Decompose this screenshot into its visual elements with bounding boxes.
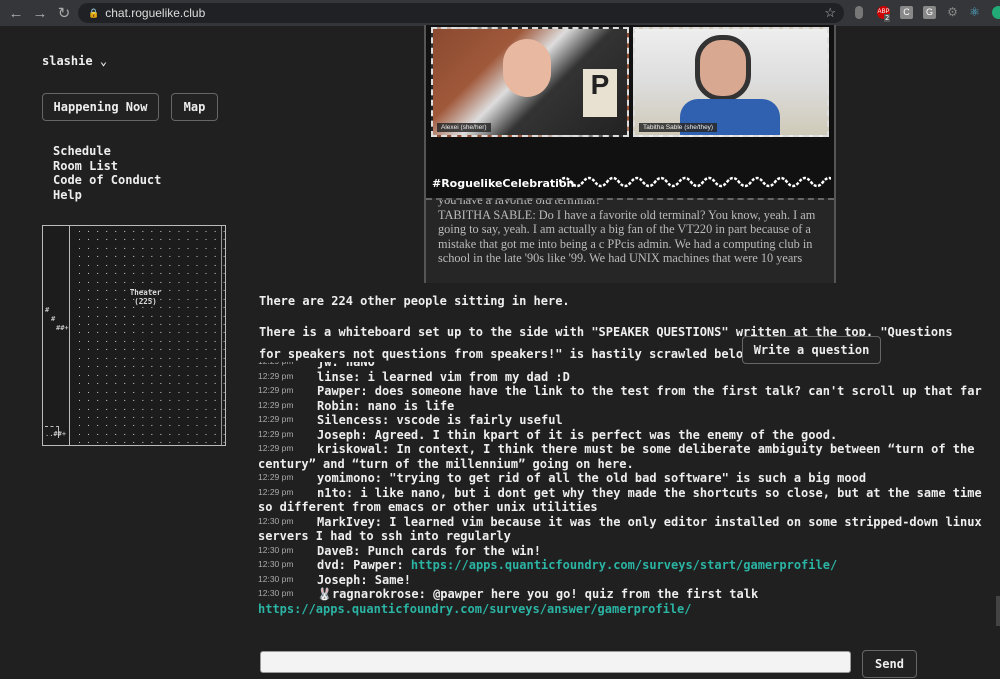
- chat-message: 12:29 pm n1to: i like nano, but i dont ge…: [258, 486, 988, 515]
- extension-green-icon[interactable]: [992, 6, 1000, 19]
- occupancy-text: There are 224 other people sitting in he…: [259, 294, 570, 308]
- message-text: MarkIvey: I learned vim because it was t…: [258, 514, 982, 544]
- chat-message: 12:29 pm Joseph: Agreed. I thin kpart of …: [258, 428, 988, 443]
- browser-toolbar: ← → ↻ 🔒 chat.roguelike.club ☆ ABP 2 C G …: [0, 0, 1000, 26]
- message-timestamp: 12:30 pm: [258, 588, 294, 598]
- extension-icon[interactable]: [855, 6, 863, 19]
- participant-video: [503, 39, 551, 97]
- url-text: chat.roguelike.club: [105, 6, 206, 20]
- message-text: Joseph: Agreed. I thin kpart of it is pe…: [317, 427, 838, 442]
- transcript-line: TABITHA SABLE: Do I have a favorite old …: [438, 207, 816, 266]
- link-code-of-conduct[interactable]: Code of Conduct: [53, 173, 161, 188]
- message-timestamp: 12:30 pm: [258, 559, 294, 569]
- message-timestamp: 12:29 pm: [258, 385, 294, 395]
- forward-icon[interactable]: →: [28, 5, 52, 22]
- user-menu[interactable]: slashie ⌄: [42, 54, 107, 68]
- vine-decoration: [559, 176, 831, 188]
- participant-name: Alexei (she/her): [437, 123, 491, 132]
- message-text: jw: naNO: [317, 362, 375, 369]
- link-schedule[interactable]: Schedule: [53, 144, 161, 159]
- chevron-down-icon: ⌄: [99, 54, 108, 68]
- map-path: ..##+: [45, 430, 67, 438]
- react-devtools-icon[interactable]: ⚛: [968, 6, 981, 19]
- chat-message: 12:29 pm Robin: nano is life: [258, 399, 988, 414]
- map-path: #: [51, 315, 56, 323]
- message-timestamp: 12:30 pm: [258, 573, 294, 584]
- live-transcript[interactable]: you have a favorite old terminal? TABITH…: [426, 198, 834, 283]
- sidebar-links: Schedule Room List Code of Conduct Help: [53, 144, 161, 203]
- message-timestamp: 12:29 pm: [258, 472, 294, 482]
- extension-c-icon[interactable]: C: [900, 6, 913, 19]
- back-icon[interactable]: ←: [4, 5, 28, 22]
- message-text: Silencess: vscode is fairly useful: [317, 413, 563, 427]
- chat-message: 12:29 pm Silencess: vscode is fairly usef…: [258, 413, 988, 428]
- message-text: dvd: Pawper:: [317, 558, 411, 572]
- happening-now-button[interactable]: Happening Now: [42, 93, 159, 121]
- message-timestamp: 12:29 pm: [258, 486, 294, 497]
- chat-message: 12:29 pm kriskowal: In context, I think t…: [258, 442, 988, 471]
- map-room-name: Theater: [129, 288, 162, 297]
- chat-message: 12:30 pm 🐰ragnarokrose: @pawper here you …: [258, 587, 988, 616]
- message-link[interactable]: https://apps.quanticfoundry.com/surveys/…: [258, 602, 691, 616]
- map-room-count: (225): [134, 297, 157, 306]
- video-tile: Tabitha Sable (she/they): [633, 27, 829, 137]
- chat-message: 12:29 pm Pawper: does someone have the li…: [258, 384, 988, 399]
- adblock-badge: 2: [884, 14, 891, 22]
- message-timestamp: 12:30 pm: [258, 515, 294, 526]
- chat-message: 12:29 pm yomimono: "trying to get rid of …: [258, 471, 988, 486]
- link-help[interactable]: Help: [53, 188, 161, 203]
- scrollbar[interactable]: [996, 596, 1000, 626]
- chat-message: 12:29 pm linse: i learned vim from my dad…: [258, 370, 988, 385]
- map-wall: [69, 226, 70, 445]
- send-button[interactable]: Send: [862, 650, 917, 678]
- sign-p: P: [583, 69, 617, 117]
- message-text: yomimono: "trying to get rid of all the …: [317, 471, 867, 485]
- transcript-line: you have a favorite old terminal?: [438, 198, 601, 207]
- write-question-button[interactable]: Write a question: [742, 336, 881, 364]
- message-text: linse: i learned vim from my dad :D: [317, 369, 570, 384]
- message-text: n1to: i like nano, but i dont get why th…: [258, 485, 982, 515]
- chat-message: 12:30 pm Joseph: Same!: [258, 573, 988, 588]
- message-text: Robin: nano is life: [317, 398, 455, 413]
- extension-g-icon[interactable]: G: [923, 6, 936, 19]
- map-floor: . . . . . . . . . . . . . . . . . . . . …: [77, 226, 226, 446]
- username: slashie: [42, 54, 93, 68]
- message-timestamp: 12:29 pm: [258, 362, 317, 367]
- link-room-list[interactable]: Room List: [53, 159, 161, 174]
- lock-icon: 🔒: [88, 7, 100, 18]
- chat-message: 12:30 pm dvd: Pawper: https://apps.quanti…: [258, 558, 988, 573]
- participant-video: [695, 35, 751, 101]
- video-tile: P Alexei (she/her): [431, 27, 629, 137]
- chat-message: 12:29 pmjw: naNO: [258, 362, 988, 370]
- address-bar[interactable]: 🔒 chat.roguelike.club ☆: [78, 3, 844, 23]
- stream-panel: P Alexei (she/her) Tabitha Sable (she/th…: [424, 25, 836, 283]
- message-timestamp: 12:30 pm: [258, 544, 294, 555]
- map-path: ##+: [56, 324, 69, 332]
- participant-name: Tabitha Sable (she/they): [639, 123, 718, 132]
- chat-message: 12:30 pm MarkIvey: I learned vim because …: [258, 515, 988, 544]
- message-text: DaveB: Punch cards for the win!: [317, 543, 541, 558]
- message-timestamp: 12:29 pm: [258, 414, 294, 424]
- message-timestamp: 12:29 pm: [258, 399, 294, 410]
- message-link[interactable]: https://apps.quanticfoundry.com/surveys/…: [411, 558, 837, 572]
- gear-icon[interactable]: ⚙: [946, 6, 959, 19]
- chat-input[interactable]: [260, 651, 851, 673]
- message-text: kriskowal: In context, I think there mus…: [258, 442, 975, 471]
- map-path: #: [45, 306, 50, 314]
- message-timestamp: 12:29 pm: [258, 428, 294, 439]
- message-text: 🐰ragnarokrose: @pawper here you go! quiz…: [317, 587, 759, 601]
- message-timestamp: 12:29 pm: [258, 443, 294, 453]
- bookmark-star-icon[interactable]: ☆: [824, 5, 836, 21]
- reload-icon[interactable]: ↻: [52, 4, 76, 22]
- room-map[interactable]: . . . . . . . . . . . . . . . . . . . . …: [42, 225, 226, 446]
- map-button[interactable]: Map: [171, 93, 218, 121]
- message-timestamp: 12:29 pm: [258, 370, 294, 381]
- message-text: Joseph: Same!: [317, 572, 411, 587]
- message-text: Pawper: does someone have the link to th…: [317, 384, 982, 398]
- chat-log[interactable]: 12:29 pmjw: naNO12:29 pmlinse: i learned…: [258, 362, 988, 628]
- chat-message: 12:30 pm DaveB: Punch cards for the win!: [258, 544, 988, 559]
- hashtag-banner: #RoguelikeCelebration: [432, 177, 575, 190]
